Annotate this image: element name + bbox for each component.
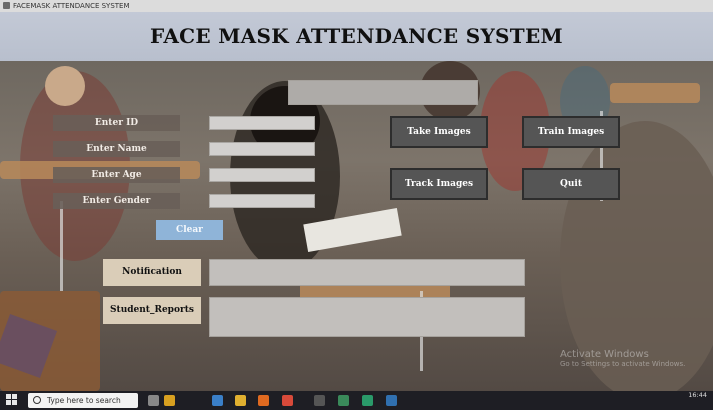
notification-label: Notification <box>103 259 201 286</box>
app-icon-4[interactable] <box>386 395 397 406</box>
system-tray[interactable]: 16:44 <box>688 391 707 400</box>
age-field[interactable] <box>209 168 315 182</box>
gender-field[interactable] <box>209 194 315 208</box>
track-images-button[interactable]: Track Images <box>390 168 488 200</box>
watermark-title: Activate Windows <box>560 349 649 360</box>
windows-start-icon[interactable] <box>6 394 18 406</box>
firefox-icon[interactable] <box>258 395 269 406</box>
app-icon-2[interactable] <box>338 395 349 406</box>
search-icon <box>33 396 41 404</box>
train-images-button[interactable]: Train Images <box>522 116 620 148</box>
enter-id-label: Enter ID <box>53 115 180 131</box>
activation-watermark: Activate Windows Go to Settings to activ… <box>560 349 685 368</box>
edge-icon[interactable] <box>212 395 223 406</box>
search-placeholder: Type here to search <box>47 396 121 405</box>
enter-gender-label: Enter Gender <box>53 193 180 209</box>
top-display-box <box>288 80 478 105</box>
student-reports-display <box>209 297 525 337</box>
watermark-subtitle: Go to Settings to activate Windows. <box>560 360 686 368</box>
name-field[interactable] <box>209 142 315 156</box>
taskbar: Type here to search 16:44 <box>0 391 713 410</box>
id-field[interactable] <box>209 116 315 130</box>
page-title: FACE MASK ATTENDANCE SYSTEM <box>150 24 563 48</box>
chrome-icon[interactable] <box>282 395 293 406</box>
task-view-icon[interactable] <box>148 395 159 406</box>
clear-button[interactable]: Clear <box>156 220 223 240</box>
enter-name-label: Enter Name <box>53 141 180 157</box>
taskbar-search-input[interactable]: Type here to search <box>28 393 138 408</box>
header-banner: FACE MASK ATTENDANCE SYSTEM <box>0 12 713 61</box>
file-explorer-icon[interactable] <box>235 395 246 406</box>
take-images-button[interactable]: Take Images <box>390 116 488 148</box>
app-icon-3[interactable] <box>362 395 373 406</box>
window-title: FACEMASK ATTENDANCE SYSTEM <box>13 2 130 10</box>
app-icon <box>3 2 10 9</box>
clock[interactable]: 16:44 <box>688 391 707 400</box>
notification-display <box>209 259 525 286</box>
enter-age-label: Enter Age <box>53 167 180 183</box>
background-image <box>0 61 713 391</box>
quit-button[interactable]: Quit <box>522 168 620 200</box>
student-reports-label: Student_Reports <box>103 297 201 324</box>
app-icon-1[interactable] <box>314 395 325 406</box>
browser-icon[interactable] <box>164 395 175 406</box>
